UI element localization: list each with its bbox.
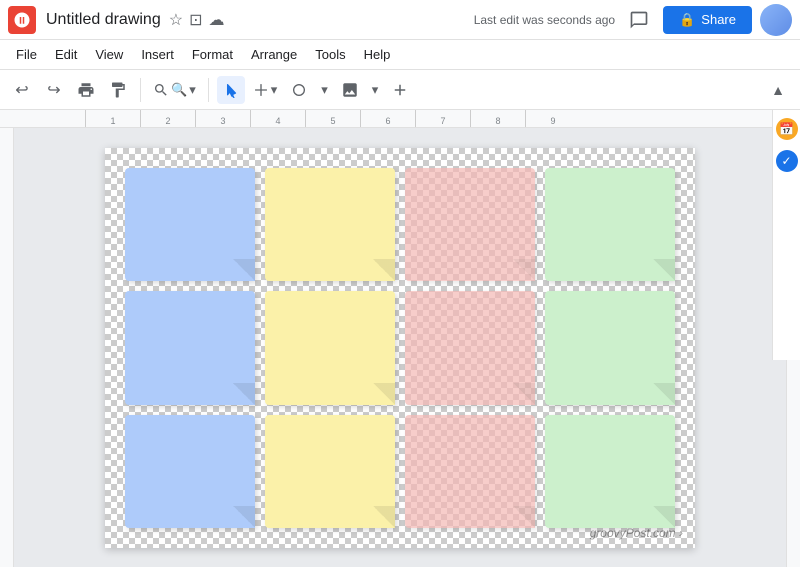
zoom-chevron: ▾ (189, 82, 196, 98)
sticky-note-1[interactable] (125, 168, 255, 281)
doc-title[interactable]: Untitled drawing (46, 11, 161, 29)
calendar-icon[interactable]: 📅 (776, 118, 798, 140)
collapse-toolbar-button[interactable]: ▲ (764, 76, 792, 104)
ruler-tick-6: 6 (360, 110, 415, 127)
ruler-tick-1: 1 (85, 110, 140, 127)
menubar: FileEditViewInsertFormatArrangeToolsHelp (0, 40, 800, 70)
image-dropdown[interactable]: ▾ (368, 80, 383, 100)
header-right: Last edit was seconds ago 🔒 Share (474, 4, 792, 36)
google-logo[interactable] (8, 6, 36, 34)
shape-dropdown[interactable]: ▾ (317, 80, 332, 100)
title-icons: ☆ ⊡ ☁ (169, 10, 225, 30)
image-chevron: ▾ (372, 82, 379, 98)
shape-tool[interactable] (285, 76, 313, 104)
redo-button[interactable]: ↪ (40, 76, 68, 104)
star-icon[interactable]: ☆ (169, 10, 183, 30)
sticky-note-3[interactable] (405, 168, 535, 281)
menu-item-help[interactable]: Help (356, 43, 399, 66)
share-button[interactable]: 🔒 Share (663, 6, 752, 34)
sticky-note-10[interactable] (265, 415, 395, 528)
titlebar: Untitled drawing ☆ ⊡ ☁ Last edit was sec… (0, 0, 800, 40)
menu-item-tools[interactable]: Tools (307, 43, 353, 66)
last-edit-text: Last edit was seconds ago (474, 13, 615, 27)
sticky-note-4[interactable] (545, 168, 675, 281)
sticky-note-8[interactable] (545, 291, 675, 404)
menu-item-file[interactable]: File (8, 43, 45, 66)
watermark: groovyPost.com › (590, 526, 683, 540)
notes-grid (105, 148, 695, 548)
print-button[interactable] (72, 76, 100, 104)
ruler-tick-4: 4 (250, 110, 305, 127)
separator-1 (140, 78, 141, 102)
sticky-note-12[interactable] (545, 415, 675, 528)
sticky-note-2[interactable] (265, 168, 395, 281)
sticky-note-5[interactable] (125, 291, 255, 404)
toolbar: ↩ ↪ 🔍 ▾ ▾ ▾ ▾ ▲ (0, 70, 800, 110)
line-chevron: ▾ (271, 82, 278, 98)
select-tool[interactable] (217, 76, 245, 104)
shape-chevron: ▾ (321, 82, 328, 98)
sticky-note-7[interactable] (405, 291, 535, 404)
drawing-canvas[interactable]: groovyPost.com › (105, 148, 695, 548)
ruler-tick-2: 2 (140, 110, 195, 127)
more-tools[interactable] (386, 76, 414, 104)
left-panel (0, 128, 14, 567)
cloud-icon[interactable]: ☁ (208, 10, 224, 30)
sticky-note-11[interactable] (405, 415, 535, 528)
ruler-tick-3: 3 (195, 110, 250, 127)
tasks-icon[interactable]: ✓ (776, 150, 798, 172)
menu-item-view[interactable]: View (87, 43, 131, 66)
comment-button[interactable] (623, 4, 655, 36)
separator-2 (208, 78, 209, 102)
zoom-dropdown[interactable]: 🔍 ▾ (149, 80, 200, 100)
zoom-level: 🔍 (171, 82, 187, 98)
image-tool[interactable] (336, 76, 364, 104)
menu-item-edit[interactable]: Edit (47, 43, 85, 66)
ruler-tick-5: 5 (305, 110, 360, 127)
paint-format-button[interactable] (104, 76, 132, 104)
menu-item-insert[interactable]: Insert (133, 43, 182, 66)
menu-item-format[interactable]: Format (184, 43, 241, 66)
lock-icon: 🔒 (679, 12, 695, 28)
sticky-note-6[interactable] (265, 291, 395, 404)
main-area: groovyPost.com › (0, 128, 800, 567)
ruler-scale: 123456789 (85, 110, 580, 127)
user-avatar[interactable] (760, 4, 792, 36)
share-label: Share (701, 12, 736, 27)
side-icons-panel: 📅 ✓ (772, 110, 800, 360)
undo-button[interactable]: ↩ (8, 76, 36, 104)
folder-icon[interactable]: ⊡ (189, 10, 202, 30)
line-tool[interactable]: ▾ (249, 80, 282, 100)
ruler-tick-7: 7 (415, 110, 470, 127)
sticky-note-9[interactable] (125, 415, 255, 528)
menu-item-arrange[interactable]: Arrange (243, 43, 305, 66)
ruler-tick-9: 9 (525, 110, 580, 127)
ruler: 123456789 (0, 110, 800, 128)
canvas-area[interactable]: groovyPost.com › (14, 128, 786, 567)
ruler-tick-8: 8 (470, 110, 525, 127)
